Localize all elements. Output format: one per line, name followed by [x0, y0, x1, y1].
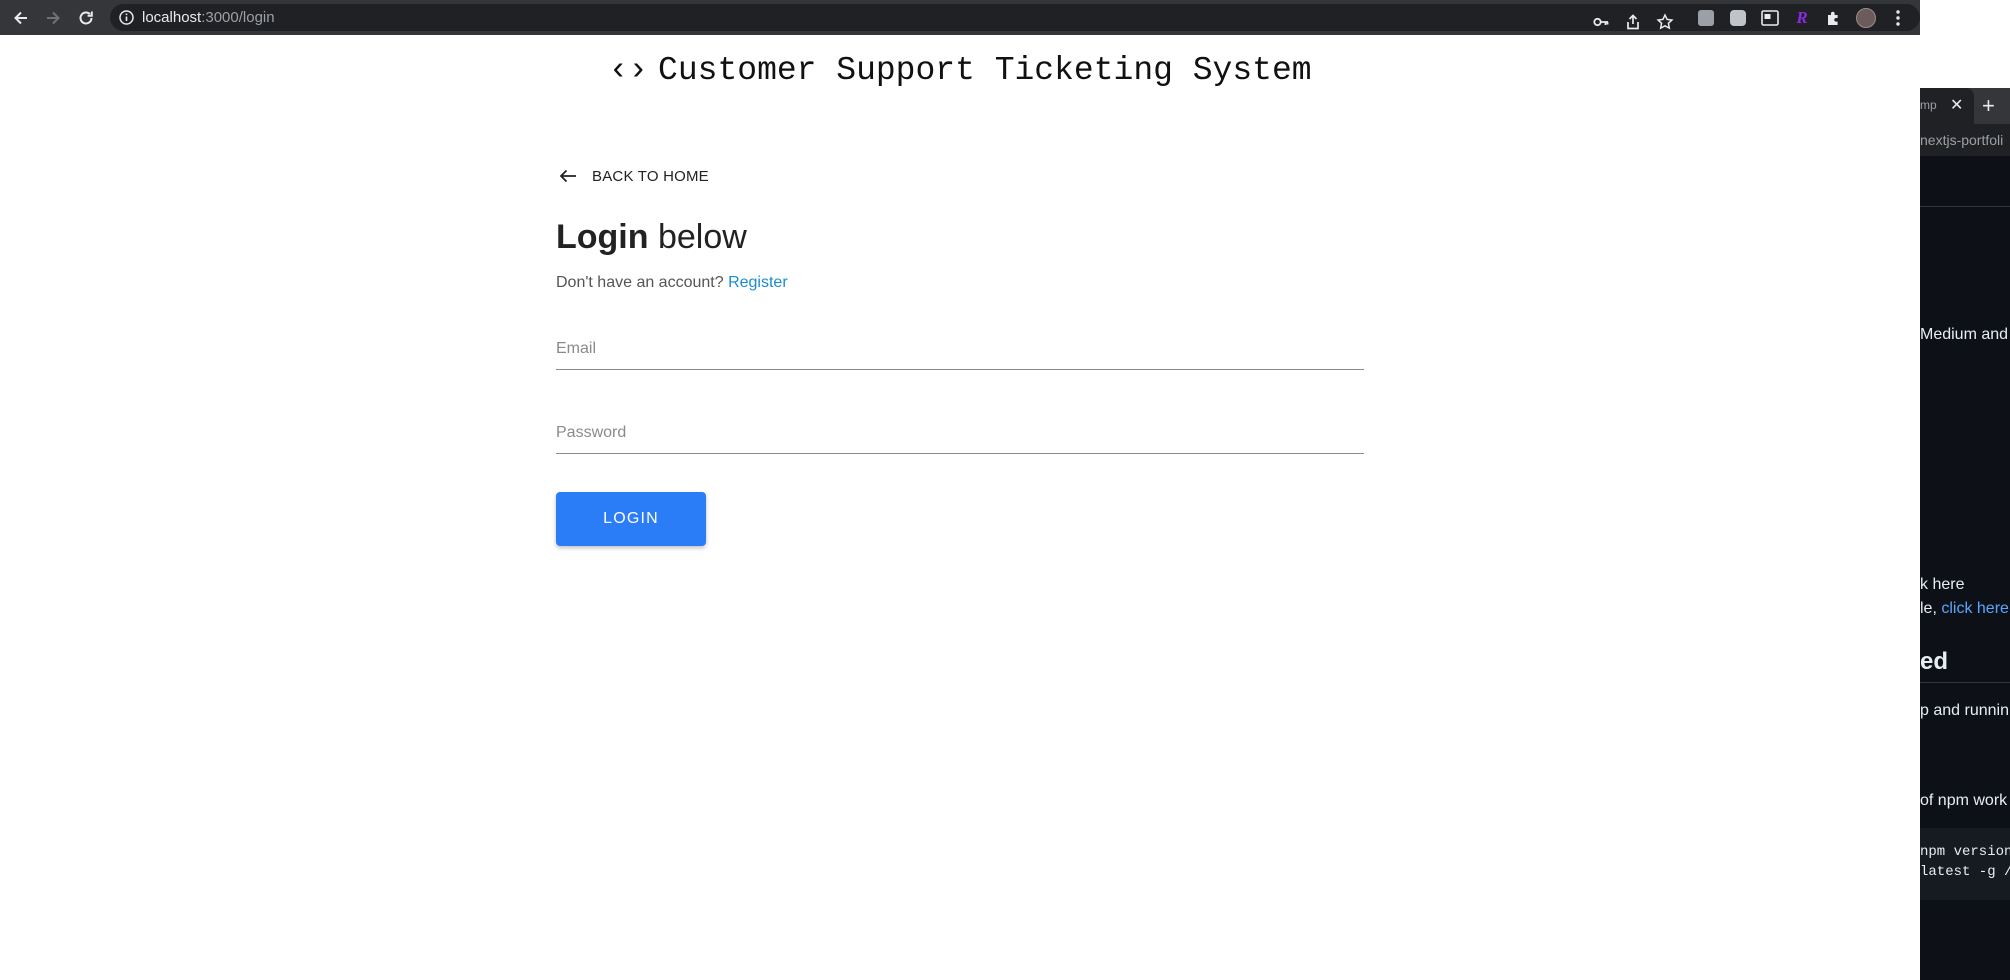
background-code-block: npm version latest -g /. — [1920, 828, 2010, 900]
more-menu-icon[interactable] — [1887, 7, 1909, 29]
background-address-bar[interactable]: nextjs-portfoli — [1920, 124, 2010, 156]
register-link[interactable]: Register — [728, 274, 788, 291]
background-link[interactable]: click here — [1941, 600, 2009, 617]
email-placeholder: Email — [556, 340, 597, 357]
password-field[interactable]: Password — [556, 418, 1364, 454]
screen: localhost:3000/login R ‹› Customer Suppor… — [0, 0, 2010, 980]
background-text: le, click here — [1920, 600, 2009, 617]
share-icon[interactable] — [1622, 11, 1644, 33]
background-text: Medium and — [1920, 326, 2009, 343]
new-tab-icon[interactable]: + — [1982, 93, 1995, 119]
r-extension-icon[interactable]: R — [1791, 7, 1813, 29]
background-text: p and runnin — [1920, 702, 2009, 719]
background-link[interactable]: k here — [1920, 576, 1964, 594]
picture-in-picture-icon[interactable] — [1759, 7, 1781, 29]
forward-arrow-icon[interactable] — [41, 6, 65, 30]
back-to-home-link[interactable]: BACK TO HOME — [556, 164, 709, 188]
profile-avatar[interactable] — [1855, 7, 1877, 29]
extension-icon[interactable] — [1727, 7, 1749, 29]
background-text: of npm work — [1920, 792, 2008, 809]
login-button[interactable]: LOGIN — [556, 492, 706, 546]
background-tab-bar: mp ✕ + — [1920, 88, 2010, 124]
page-heading: Login below — [556, 218, 747, 256]
back-to-home-label: BACK TO HOME — [592, 167, 709, 185]
close-icon[interactable]: ✕ — [1950, 95, 1963, 115]
background-tab[interactable]: mp ✕ — [1920, 88, 1974, 124]
register-prompt: Don't have an account? Register — [556, 274, 788, 291]
divider — [1920, 206, 2010, 207]
site-info-icon[interactable] — [118, 9, 135, 26]
bookmark-star-icon[interactable] — [1654, 11, 1676, 33]
address-bar[interactable]: localhost:3000/login — [110, 4, 1920, 31]
code-brackets-icon: ‹› — [608, 52, 649, 89]
back-arrow-icon[interactable] — [9, 6, 33, 30]
divider — [1920, 682, 2010, 683]
url-text: localhost:3000/login — [142, 9, 275, 26]
reload-icon[interactable] — [74, 6, 98, 30]
extension-icon[interactable] — [1695, 7, 1717, 29]
password-placeholder: Password — [556, 424, 627, 441]
arrow-left-icon — [556, 164, 580, 188]
puzzle-extensions-icon[interactable] — [1823, 7, 1845, 29]
email-field[interactable]: Email — [556, 334, 1364, 370]
background-heading: ed — [1920, 648, 1949, 675]
browser-toolbar: localhost:3000/login R — [0, 0, 1920, 35]
key-icon[interactable] — [1590, 11, 1612, 33]
app-title: ‹› Customer Support Ticketing System — [608, 52, 1312, 89]
